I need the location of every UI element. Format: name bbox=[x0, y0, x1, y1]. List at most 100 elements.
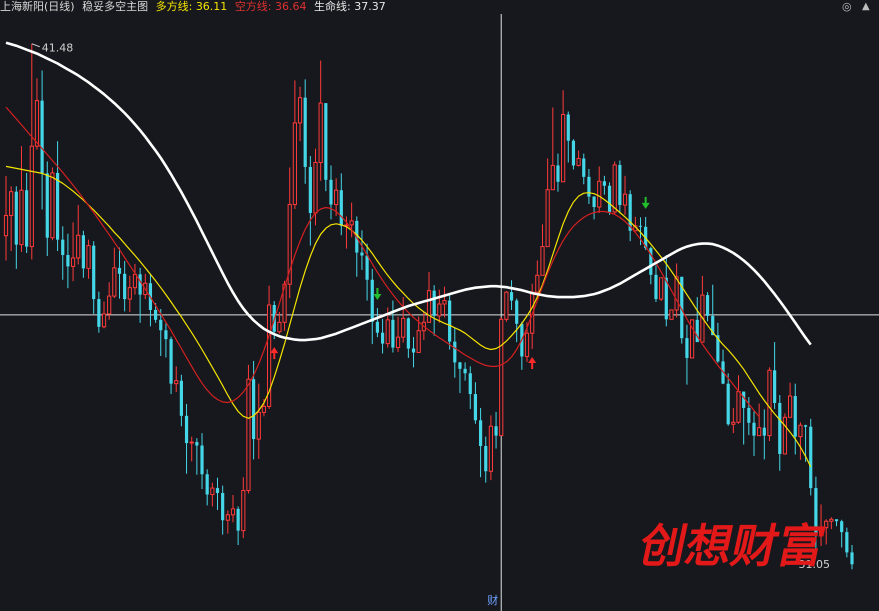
candle-body bbox=[762, 427, 766, 436]
settings-circle-icon[interactable]: ◎ bbox=[842, 0, 852, 13]
candle-body bbox=[25, 190, 29, 247]
candle-body bbox=[189, 441, 194, 444]
life-line-label: 生命线: bbox=[314, 0, 351, 13]
candle-body bbox=[411, 348, 416, 353]
candle-body bbox=[488, 425, 494, 472]
high-price-label: 41.48 bbox=[42, 42, 73, 55]
candle-body bbox=[674, 276, 679, 311]
life-line-value: 37.37 bbox=[354, 0, 386, 13]
candle-body bbox=[261, 405, 267, 413]
candle-body bbox=[416, 330, 421, 354]
candle-body bbox=[375, 321, 380, 333]
candle-body bbox=[582, 158, 586, 177]
candle-body bbox=[29, 145, 34, 248]
candle-body bbox=[225, 514, 230, 521]
long-line bbox=[5, 165, 812, 468]
candle-body bbox=[256, 411, 261, 440]
candle-body bbox=[535, 274, 540, 293]
candle-body bbox=[685, 338, 689, 358]
candle-body bbox=[484, 446, 488, 472]
candle-body bbox=[246, 378, 251, 492]
candle-body bbox=[14, 191, 18, 245]
stock-title[interactable]: 上海新阳(日线) bbox=[0, 0, 75, 13]
candle-body bbox=[277, 321, 282, 333]
indicator-name[interactable]: 稳妥多空主图 bbox=[82, 0, 148, 13]
candle-body bbox=[308, 166, 312, 213]
candle-body bbox=[442, 300, 447, 305]
candle-body bbox=[550, 164, 555, 191]
candle-body bbox=[169, 339, 173, 384]
signal-markers bbox=[270, 196, 650, 370]
candle-body bbox=[576, 158, 581, 166]
candle-body bbox=[767, 369, 772, 437]
candle-body bbox=[385, 319, 390, 345]
candle-body bbox=[297, 97, 303, 124]
candle-body bbox=[164, 330, 168, 340]
candle-body bbox=[726, 383, 730, 425]
candle-body bbox=[654, 274, 658, 300]
candle-body bbox=[494, 426, 498, 436]
candle-body bbox=[468, 373, 472, 395]
candle-body bbox=[747, 407, 751, 423]
candle-body bbox=[138, 274, 142, 295]
collapse-up-icon[interactable]: ▲ bbox=[862, 1, 870, 12]
watermark-text: 创想财富 bbox=[640, 519, 830, 572]
candle-body bbox=[540, 246, 545, 276]
candle-body bbox=[731, 421, 736, 425]
candle-body bbox=[205, 474, 209, 495]
candle-body bbox=[478, 420, 483, 447]
watermark-logo: 创想财富 bbox=[640, 519, 830, 572]
finance-marker: 财 bbox=[487, 593, 498, 607]
candle-body bbox=[432, 290, 436, 316]
candle-body bbox=[602, 181, 606, 186]
candle-body bbox=[76, 234, 81, 259]
candle-body bbox=[349, 220, 354, 226]
candle-body bbox=[292, 122, 297, 206]
short-line-label: 空方线: bbox=[234, 0, 272, 13]
candle-body bbox=[587, 176, 591, 197]
candle-body bbox=[97, 299, 101, 327]
candle-body bbox=[112, 267, 117, 297]
candle-body bbox=[448, 300, 452, 342]
candle-body bbox=[70, 257, 76, 267]
candle-body bbox=[504, 291, 509, 320]
candle-body bbox=[34, 100, 40, 147]
candle-body bbox=[339, 190, 343, 226]
candle-body bbox=[809, 426, 813, 489]
candle-body bbox=[473, 394, 478, 421]
candle-body bbox=[757, 427, 762, 437]
candle-body bbox=[127, 287, 132, 300]
candle-body bbox=[752, 422, 756, 436]
short-line-value: 36.64 bbox=[275, 0, 307, 13]
candle-body bbox=[236, 508, 240, 531]
candle-body bbox=[782, 416, 788, 455]
candle-body bbox=[845, 532, 849, 553]
candle-body bbox=[86, 245, 91, 269]
candle-body bbox=[153, 309, 158, 320]
indicator-header: 上海新阳(日线) 稳妥多空主图 多方线: 36.11 空方线: 36.64 生命… bbox=[0, 0, 879, 16]
candle-body bbox=[622, 193, 628, 206]
candle-body bbox=[195, 442, 199, 446]
candle-body bbox=[241, 490, 246, 532]
candle-body bbox=[515, 300, 519, 324]
candle-body bbox=[107, 295, 112, 315]
indicator-lines bbox=[5, 41, 812, 468]
candle-body bbox=[556, 165, 560, 182]
candle-body bbox=[705, 295, 710, 316]
candle-body bbox=[638, 225, 643, 227]
short-line bbox=[5, 106, 760, 418]
candle-body bbox=[230, 508, 236, 516]
candle-body bbox=[3, 214, 9, 237]
candle-body bbox=[612, 164, 617, 213]
candle-body bbox=[669, 309, 674, 320]
candle-body bbox=[391, 319, 395, 348]
candle-body bbox=[221, 493, 225, 521]
candle-body bbox=[453, 341, 457, 363]
high-pointer bbox=[31, 43, 40, 48]
candle-body bbox=[524, 332, 530, 357]
candle-body bbox=[787, 395, 793, 418]
sell-arrow bbox=[641, 202, 650, 209]
candle-body bbox=[61, 239, 65, 256]
candle-body bbox=[92, 245, 96, 300]
candle-body bbox=[401, 317, 406, 338]
